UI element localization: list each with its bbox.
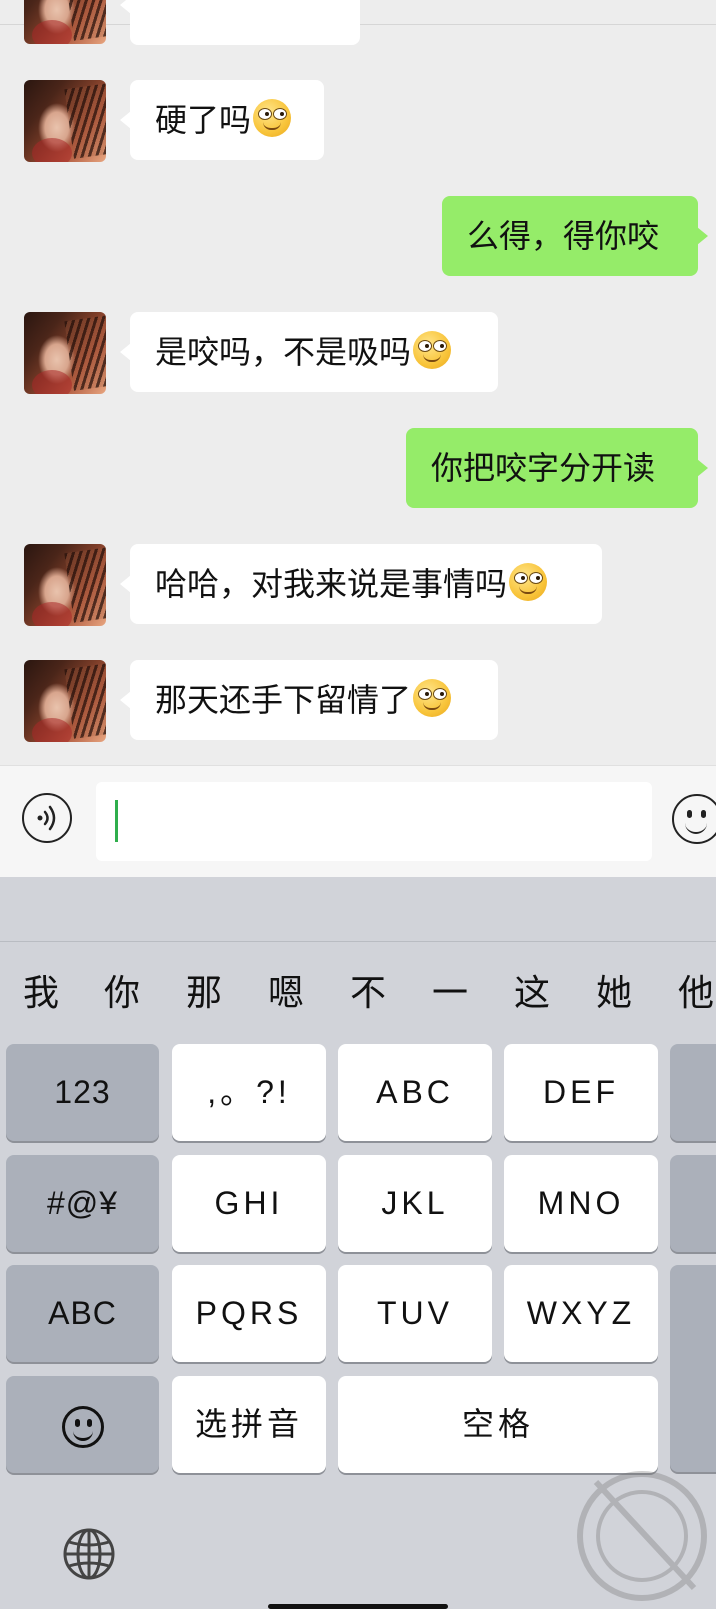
key-pqrs[interactable]: PQRS <box>172 1265 326 1362</box>
avatar[interactable] <box>24 80 106 162</box>
smirk-emoji-icon <box>509 563 548 601</box>
smirk-emoji-icon <box>413 679 452 717</box>
message-text: 硬了吗 <box>155 101 252 139</box>
smirk-emoji-icon <box>413 331 452 369</box>
candidate-word[interactable]: 一 <box>432 974 468 1014</box>
home-indicator <box>268 1604 448 1609</box>
candidate-word[interactable]: 这 <box>514 974 550 1014</box>
key-abc-switch[interactable]: ABC <box>6 1265 159 1362</box>
message-text: 么得，得你咬 <box>467 217 660 255</box>
avatar[interactable] <box>24 660 106 742</box>
candidate-word[interactable]: 你 <box>104 974 140 1014</box>
message-bubble-incoming[interactable]: 硬了吗 <box>120 80 324 160</box>
watermark-icon <box>577 1471 707 1601</box>
avatar[interactable] <box>24 312 106 394</box>
avatar[interactable] <box>24 544 106 626</box>
message-input[interactable] <box>96 782 652 861</box>
text-cursor <box>115 800 118 842</box>
message-text: 那天还手下留情了 <box>155 681 412 719</box>
voice-icon[interactable] <box>22 793 72 843</box>
key-mno[interactable]: MNO <box>504 1155 658 1252</box>
divider <box>0 941 716 942</box>
key-123[interactable]: 123 <box>6 1044 159 1141</box>
smirk-emoji-icon <box>253 99 292 137</box>
emoji-face-icon[interactable] <box>672 794 716 844</box>
message-text: 是咬吗，不是吸吗 <box>155 333 412 371</box>
input-bar <box>0 765 716 878</box>
message-text: 你把咬字分开读 <box>431 449 656 487</box>
avatar[interactable] <box>24 0 106 44</box>
key-select-pinyin[interactable]: 选拼音 <box>172 1376 326 1473</box>
message-bubble-incoming[interactable]: 那天还手下留情了 <box>120 660 498 740</box>
candidate-word[interactable]: 那 <box>186 974 222 1014</box>
key-space[interactable]: 空格 <box>338 1376 658 1473</box>
key-symbols[interactable]: #@¥ <box>6 1155 159 1252</box>
key-tuv[interactable]: TUV <box>338 1265 492 1362</box>
key-return-partial[interactable] <box>670 1265 716 1472</box>
candidate-word[interactable]: 我 <box>23 974 59 1014</box>
key-wxyz[interactable]: WXYZ <box>504 1265 658 1362</box>
emoji-face-icon <box>61 1405 104 1448</box>
message-bubble-partial[interactable] <box>120 0 360 45</box>
globe-icon[interactable] <box>62 1527 116 1581</box>
key-partial[interactable] <box>670 1155 716 1252</box>
message-bubble-outgoing[interactable]: 么得，得你咬 <box>442 196 708 276</box>
message-bubble-incoming[interactable]: 哈哈，对我来说是事情吗 <box>120 544 602 624</box>
message-bubble-outgoing[interactable]: 你把咬字分开读 <box>406 428 708 508</box>
message-text: 哈哈，对我来说是事情吗 <box>155 565 508 603</box>
key-def[interactable]: DEF <box>504 1044 658 1141</box>
candidate-word[interactable]: 不 <box>350 974 386 1014</box>
message-bubble-incoming[interactable]: 是咬吗，不是吸吗 <box>120 312 498 392</box>
key-punctuation[interactable]: ,。?! <box>172 1044 326 1141</box>
candidate-word[interactable]: 嗯 <box>268 974 304 1014</box>
candidate-word[interactable]: 他 <box>678 974 714 1014</box>
chat-area[interactable]: 硬了吗 么得，得你咬 是咬吗，不是吸吗 你把咬字分开读 哈哈，对我来说是事情吗 … <box>0 0 716 765</box>
candidate-word[interactable]: 她 <box>596 974 632 1014</box>
key-jkl[interactable]: JKL <box>338 1155 492 1252</box>
key-backspace-partial[interactable] <box>670 1044 716 1141</box>
key-abc[interactable]: ABC <box>338 1044 492 1141</box>
key-emoji[interactable] <box>6 1376 159 1473</box>
key-ghi[interactable]: GHI <box>172 1155 326 1252</box>
